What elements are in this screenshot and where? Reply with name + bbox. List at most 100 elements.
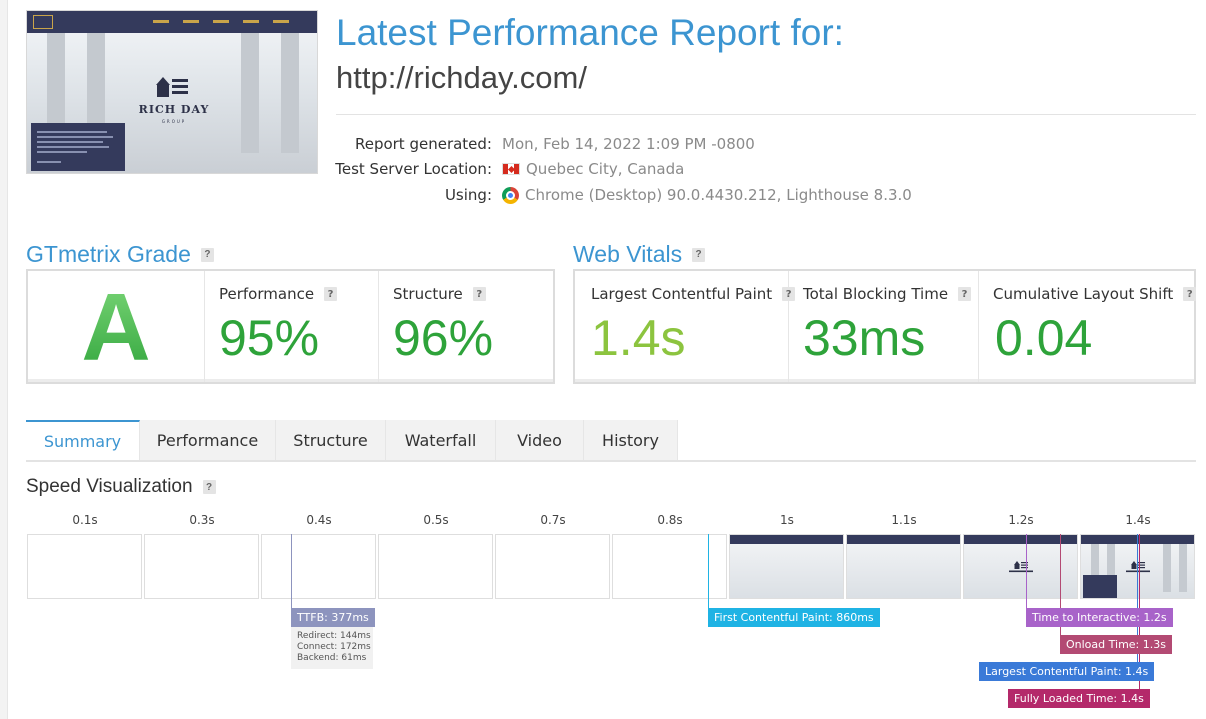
cls-label: Cumulative Layout Shift: [993, 285, 1174, 303]
filmstrip-frame[interactable]: [612, 534, 727, 599]
filmstrip-tick-label: 0.8s: [657, 513, 683, 527]
filmstrip-tick-label: 0.7s: [540, 513, 566, 527]
filmstrip-tick-label: 0.3s: [189, 513, 215, 527]
meta-label: Test Server Location:: [335, 160, 492, 178]
web-vitals-card: Largest Contentful Paint? 1.4s Total Blo…: [573, 269, 1197, 384]
header-divider: [336, 114, 1196, 115]
grade-cell: A: [28, 271, 205, 382]
structure-cell: Structure? 96%: [379, 271, 553, 382]
ttfb-connect: Connect: 172ms: [297, 642, 371, 652]
ttfb-marker: TTFB: 377ms: [291, 608, 375, 627]
structure-label: Structure: [393, 285, 463, 303]
web-vitals-heading: Web Vitals ?: [573, 241, 706, 268]
filmstrip-frame[interactable]: [27, 534, 142, 599]
filmstrip-frame[interactable]: [846, 534, 961, 599]
tab-summary[interactable]: Summary: [26, 420, 140, 460]
meta-report-generated: Report generated: Mon, Feb 14, 2022 1:09…: [300, 135, 1200, 157]
performance-cell: Performance? 95%: [205, 271, 379, 382]
frame-nav-bar: [847, 535, 960, 544]
tbt-label: Total Blocking Time: [803, 285, 949, 303]
help-icon[interactable]: ?: [324, 287, 338, 301]
lcp-value: 1.4s: [591, 310, 686, 366]
ttfb-breakdown: Redirect: 144ms Connect: 172ms Backend: …: [291, 627, 373, 669]
rich-day-logo-icon: [156, 77, 188, 97]
filmstrip-frame[interactable]: [261, 534, 376, 599]
web-vitals-title: Web Vitals: [573, 241, 683, 267]
filmstrip-tick-label: 1.1s: [891, 513, 917, 527]
frame-body: [847, 544, 960, 598]
help-icon[interactable]: ?: [1183, 287, 1197, 301]
help-icon[interactable]: ?: [958, 287, 972, 301]
left-edge-strip: [0, 0, 8, 719]
filmstrip-tick-label: 0.5s: [423, 513, 449, 527]
frame-logo-icon: [1009, 561, 1033, 573]
tab-history[interactable]: History: [584, 420, 678, 460]
tab-waterfall[interactable]: Waterfall: [386, 420, 496, 460]
meta-label: Report generated:: [354, 135, 492, 153]
thumbnail-column: [241, 33, 259, 153]
tbt-cell: Total Blocking Time? 33ms: [789, 271, 979, 382]
help-icon[interactable]: ?: [692, 247, 706, 262]
onload-marker: Onload Time: 1.3s: [1060, 635, 1172, 654]
fcp-marker-line: [708, 534, 709, 610]
ttfb-backend: Backend: 61ms: [297, 653, 367, 663]
report-tabs: Summary Performance Structure Waterfall …: [26, 420, 1196, 462]
performance-value: 95%: [219, 310, 320, 366]
tti-marker-line: [1026, 534, 1027, 610]
thumbnail-cookie-banner: [31, 123, 125, 171]
gtmetrix-grade-card: A Performance? 95% Structure? 96%: [26, 269, 555, 384]
tab-structure[interactable]: Structure: [276, 420, 386, 460]
help-icon[interactable]: ?: [202, 480, 216, 494]
fcp-marker: First Contentful Paint: 860ms: [708, 608, 880, 627]
meta-test-server-location: Test Server Location: Quebec City, Canad…: [300, 160, 1200, 182]
thumbnail-brand-sub: GROUP: [161, 119, 187, 124]
filmstrip-frame[interactable]: [729, 534, 844, 599]
filmstrip-tick-label: 1.4s: [1125, 513, 1151, 527]
meta-value: Chrome (Desktop) 90.0.4430.212, Lighthou…: [525, 186, 912, 204]
canada-flag-icon: [502, 163, 520, 175]
tbt-value: 33ms: [803, 310, 926, 366]
help-icon[interactable]: ?: [472, 287, 486, 301]
thumbnail-brand: RICH DAY: [138, 103, 210, 116]
speed-visualization-heading: Speed Visualization ?: [26, 476, 216, 498]
lcp-label: Largest Contentful Paint: [591, 285, 773, 303]
frame-logo-icon: [1126, 561, 1150, 573]
thumbnail-nav-bar: [27, 11, 317, 33]
filmstrip-frame[interactable]: [144, 534, 259, 599]
filmstrip-tick-label: 0.1s: [72, 513, 98, 527]
tab-performance[interactable]: Performance: [140, 420, 276, 460]
tab-video[interactable]: Video: [496, 420, 584, 460]
filmstrip-frame[interactable]: [378, 534, 493, 599]
tti-marker: Time to Interactive: 1.2s: [1026, 608, 1173, 627]
performance-label: Performance: [219, 285, 315, 303]
frame-body: [730, 544, 843, 598]
speed-visualization-title: Speed Visualization: [26, 476, 193, 497]
cls-cell: Cumulative Layout Shift? 0.04: [979, 271, 1197, 382]
filmstrip-tick-label: 0.4s: [306, 513, 332, 527]
filmstrip-tick-label: 1.2s: [1008, 513, 1034, 527]
meta-value: Mon, Feb 14, 2022 1:09 PM -0800: [502, 135, 755, 153]
filmstrip-tick-label: 1s: [780, 513, 794, 527]
ttfb-marker-line: [291, 534, 292, 610]
thumbnail-nav-logo: [33, 15, 53, 29]
grade-letter: A: [28, 273, 204, 383]
help-icon[interactable]: ?: [200, 247, 214, 262]
fully-loaded-marker: Fully Loaded Time: 1.4s: [1008, 689, 1150, 708]
thumbnail-nav-links: [153, 20, 303, 23]
cls-value: 0.04: [995, 310, 1093, 366]
lcp-marker: Largest Contentful Paint: 1.4s: [979, 662, 1155, 681]
filmstrip-frame[interactable]: [495, 534, 610, 599]
gtmetrix-grade-heading: GTmetrix Grade ?: [26, 241, 214, 268]
meta-using: Using: Chrome (Desktop) 90.0.4430.212, L…: [300, 186, 1200, 208]
ttfb-redirect: Redirect: 144ms: [297, 631, 371, 641]
gtmetrix-grade-title: GTmetrix Grade: [26, 241, 191, 267]
thumbnail-column: [281, 33, 299, 153]
site-thumbnail[interactable]: RICH DAY GROUP: [26, 10, 318, 174]
report-title: Latest Performance Report for:: [336, 12, 844, 53]
structure-value: 96%: [393, 310, 494, 366]
meta-label: Using:: [444, 186, 492, 204]
frame-nav-bar: [730, 535, 843, 544]
report-url[interactable]: http://richday.com/: [336, 60, 587, 96]
meta-value: Quebec City, Canada: [526, 160, 685, 178]
frame-cookie-banner: [1083, 575, 1117, 598]
